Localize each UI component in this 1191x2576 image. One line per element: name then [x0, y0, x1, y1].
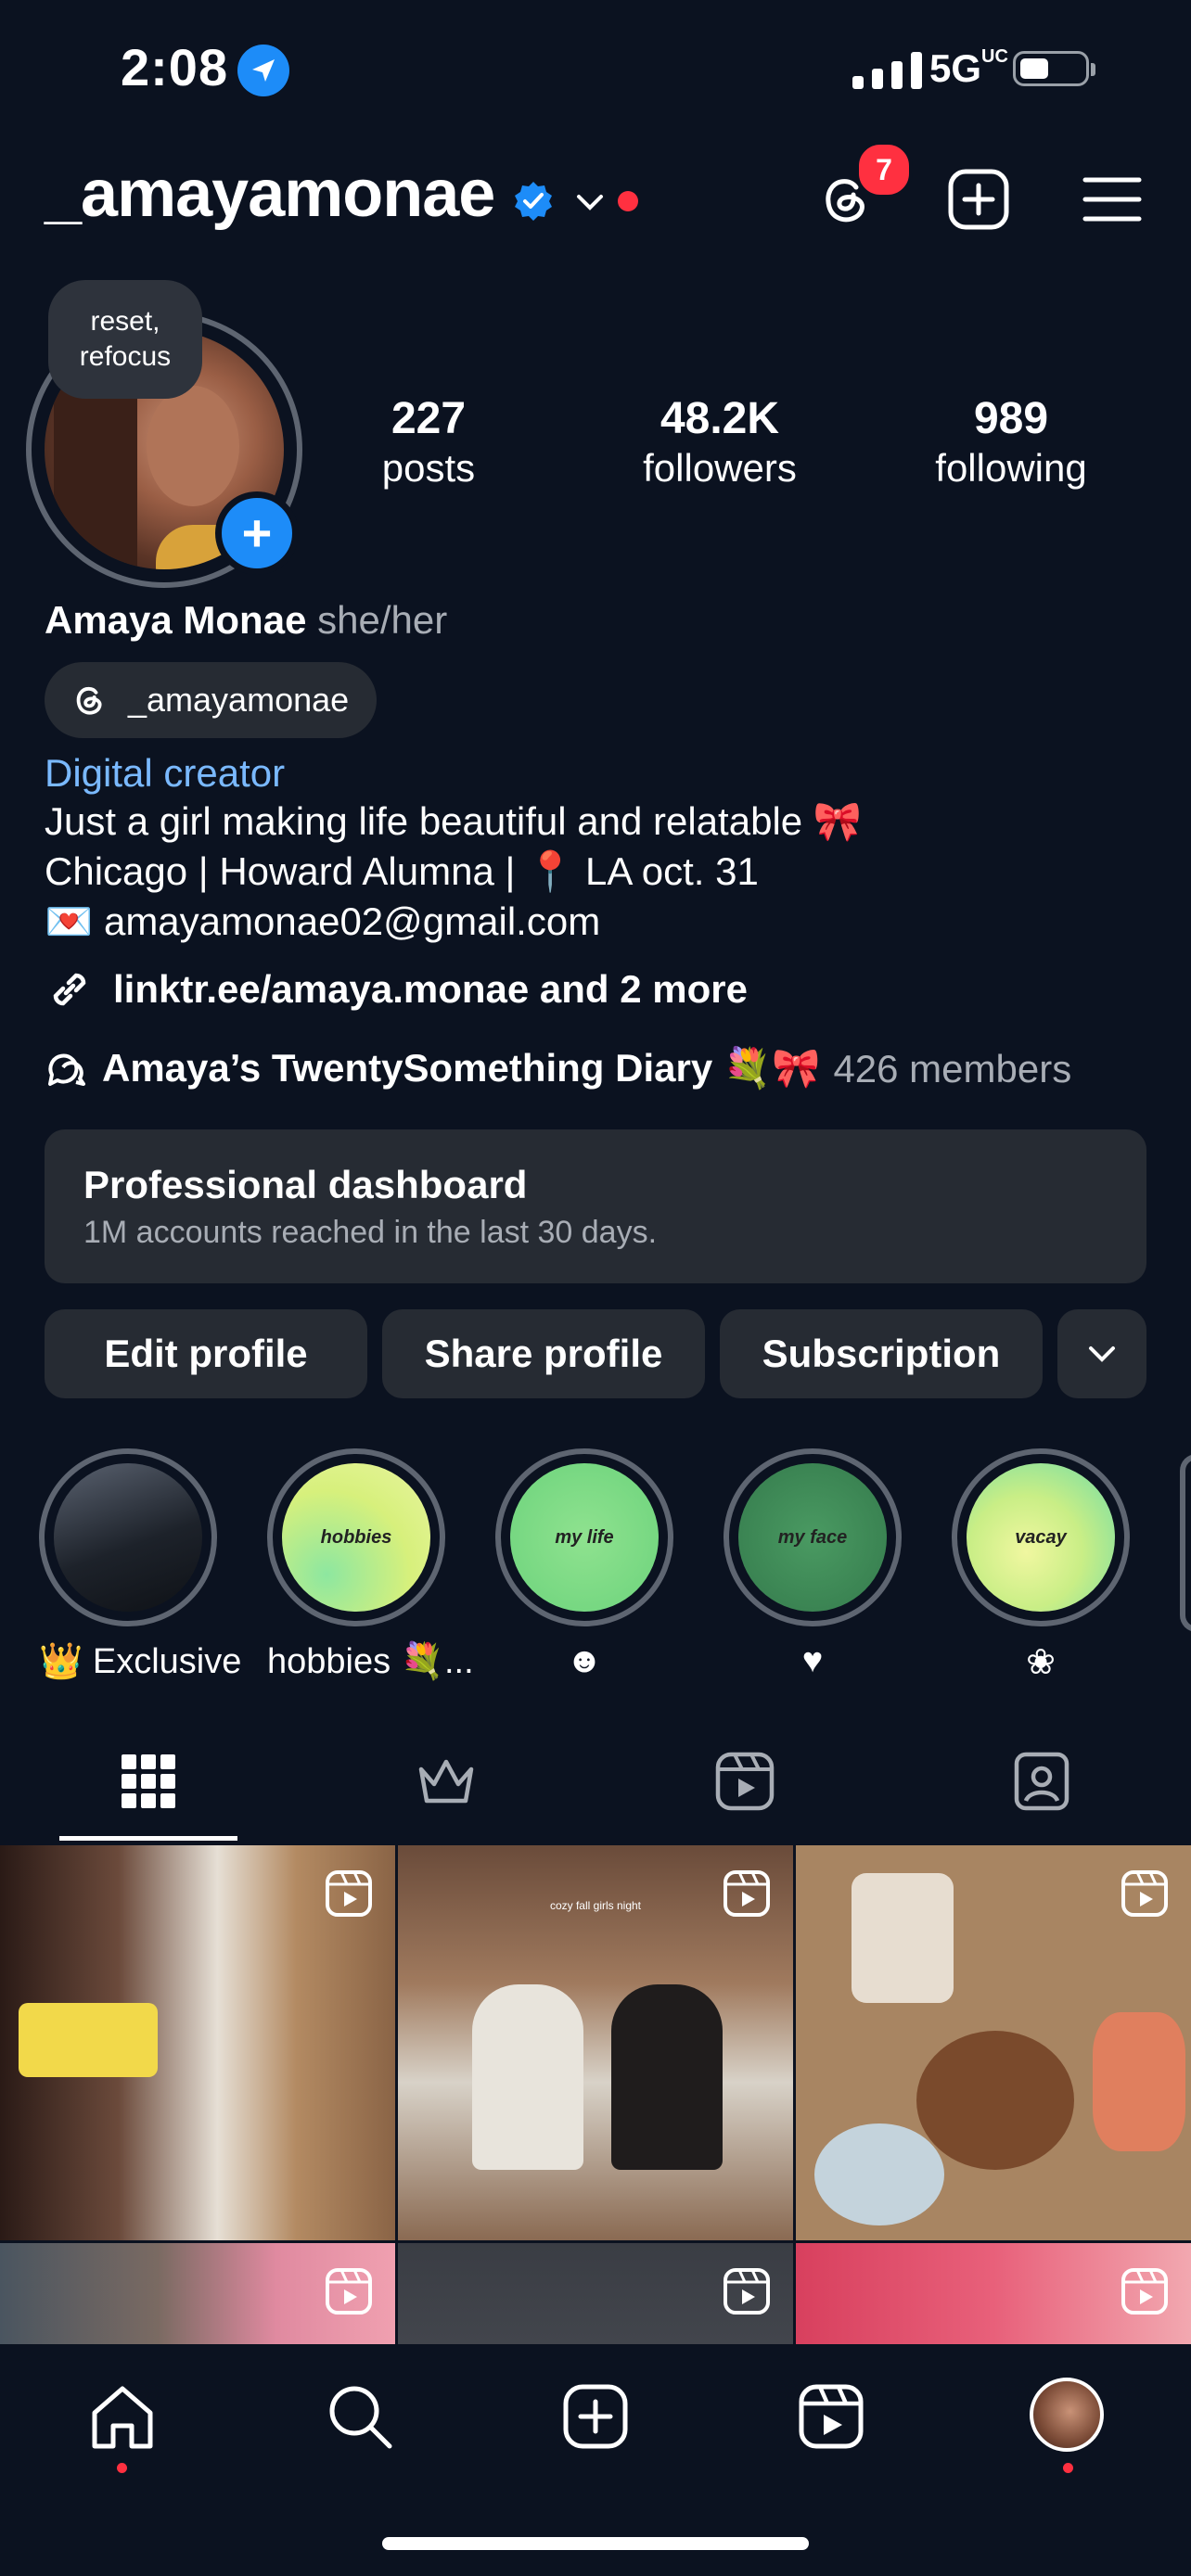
highlight-exclusive[interactable]: 👑 Exclusive: [39, 1448, 242, 1682]
highlight-cover: my face: [738, 1463, 887, 1612]
grid-post[interactable]: [796, 2243, 1191, 2346]
posts-label: posts: [381, 446, 476, 490]
edit-profile-button[interactable]: Edit profile: [45, 1309, 367, 1398]
reel-icon: [724, 2268, 770, 2315]
network-label: 5GUC: [929, 46, 1008, 90]
bio-line: Just a girl making life beautiful and re…: [45, 799, 863, 843]
chevron-down-icon: [1089, 1346, 1115, 1362]
following-label: following: [935, 446, 1087, 490]
menu-icon[interactable]: [1080, 167, 1145, 232]
dashboard-subtitle: 1M accounts reached in the last 30 days.: [83, 1215, 658, 1250]
highlight-vacay[interactable]: vacay ❀: [952, 1448, 1130, 1683]
threads-profile-link[interactable]: _amayamonae: [45, 662, 378, 738]
tab-grid-icon[interactable]: [116, 1749, 181, 1814]
pronouns: she/her: [317, 598, 448, 642]
grid-post[interactable]: [796, 1845, 1191, 2240]
broadcast-channel[interactable]: Amaya’s TwentySomething Diary 💐🎀 426 mem…: [45, 1046, 1071, 1091]
highlight-cover: [54, 1463, 202, 1612]
channel-name: Amaya’s TwentySomething Diary 💐🎀: [102, 1046, 821, 1090]
highlight-cover: my life: [510, 1463, 659, 1612]
reel-icon: [326, 2268, 372, 2315]
link-text: linktr.ee/amaya.monae and 2 more: [113, 967, 748, 1011]
external-link[interactable]: linktr.ee/amaya.monae and 2 more: [45, 964, 748, 1014]
posts-stat[interactable]: 227 posts: [317, 393, 540, 491]
professional-dashboard[interactable]: Professional dashboard 1M accounts reach…: [45, 1129, 1146, 1283]
highlight-cover: hobbies: [282, 1463, 430, 1612]
post-grid: cozy fall girls night: [0, 1845, 1191, 2346]
profile-note[interactable]: reset, refocus: [48, 280, 202, 399]
battery-icon: [1013, 51, 1095, 86]
chevron-down-icon[interactable]: [573, 185, 607, 219]
tab-tagged-icon[interactable]: [1009, 1749, 1074, 1814]
tab-reels-icon[interactable]: [712, 1749, 777, 1814]
following-stat[interactable]: 989 following: [900, 393, 1122, 491]
reels-icon[interactable]: [794, 2379, 868, 2454]
highlight-label: 👑 Exclusive: [39, 1642, 242, 1681]
share-profile-button[interactable]: Share profile: [382, 1309, 705, 1398]
home-notification-dot: [117, 2463, 127, 2473]
highlight-label: hobbies 💐...: [267, 1642, 474, 1681]
profile-tab-avatar[interactable]: [1030, 2378, 1104, 2452]
account-notification-dot: [618, 191, 638, 211]
add-story-button[interactable]: +: [215, 491, 299, 575]
grid-post[interactable]: [398, 2243, 793, 2346]
display-name: Amaya Monae she/her: [45, 598, 448, 642]
profile-notification-dot: [1063, 2463, 1073, 2473]
channel-members: 426 members: [833, 1046, 1072, 1090]
posts-count: 227: [391, 394, 467, 443]
following-count: 989: [973, 394, 1049, 443]
highlight-label: ☻: [566, 1641, 603, 1680]
threads-icon: [76, 686, 102, 715]
threads-notification-badge: 7: [855, 141, 913, 198]
subscription-button[interactable]: Subscription: [720, 1309, 1043, 1398]
active-tab-indicator: [59, 1836, 237, 1841]
reel-icon: [1121, 2268, 1168, 2315]
status-time: 2:08: [121, 38, 229, 96]
home-icon[interactable]: [85, 2379, 160, 2454]
grid-post[interactable]: [0, 2243, 395, 2346]
highlight-cover: vacay: [967, 1463, 1115, 1612]
location-arrow-icon: [237, 45, 289, 96]
suggested-accounts-button[interactable]: [1057, 1309, 1146, 1398]
highlight-overflow[interactable]: [1180, 1454, 1191, 1632]
followers-count: 48.2K: [660, 394, 780, 443]
profile-category: Digital creator: [45, 751, 286, 795]
link-icon: [53, 973, 86, 1006]
threads-handle: _amayamonae: [128, 681, 350, 719]
reel-icon: [1121, 1870, 1168, 1917]
highlight-label: ❀: [1026, 1643, 1056, 1682]
reel-icon: [724, 1870, 770, 1917]
channel-icon: [48, 1053, 85, 1086]
followers-label: followers: [643, 446, 797, 490]
highlight-my-life[interactable]: my life ☻: [495, 1448, 673, 1681]
verified-badge-icon: [515, 182, 552, 221]
highlight-hobbies[interactable]: hobbies hobbies 💐...: [267, 1448, 474, 1682]
create-post-icon[interactable]: [558, 2379, 633, 2454]
tab-subscriptions-crown-icon[interactable]: [414, 1749, 479, 1814]
signal-icon: [852, 50, 922, 89]
search-icon[interactable]: [323, 2379, 397, 2454]
grid-post[interactable]: [0, 1845, 395, 2240]
dashboard-title: Professional dashboard: [83, 1163, 528, 1206]
highlight-my-face[interactable]: my face ♥: [724, 1448, 902, 1681]
bio-line: Chicago | Howard Alumna | 📍 LA oct. 31: [45, 849, 759, 893]
grid-post[interactable]: cozy fall girls night: [398, 1845, 793, 2240]
create-icon[interactable]: [946, 167, 1011, 232]
highlight-label: ♥: [801, 1641, 824, 1680]
profile-username[interactable]: _amayamonae: [45, 156, 495, 232]
bio-line[interactable]: 💌 amayamonae02@gmail.com: [45, 899, 600, 945]
reel-icon: [326, 1870, 372, 1917]
followers-stat[interactable]: 48.2K followers: [608, 393, 831, 491]
home-indicator: [382, 2537, 809, 2550]
